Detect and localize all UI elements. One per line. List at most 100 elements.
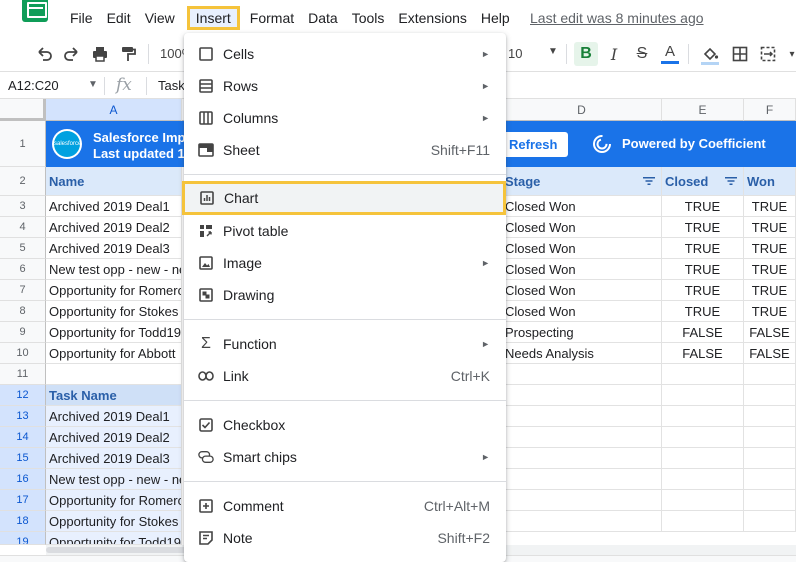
menu-edit[interactable]: Edit [101, 7, 137, 29]
menu-item-drawing[interactable]: Drawing [184, 280, 506, 310]
empty-cell[interactable] [744, 448, 796, 469]
empty-cell[interactable] [502, 511, 662, 532]
table-cell-won[interactable]: TRUE [744, 301, 796, 322]
row-header[interactable]: 7 [0, 280, 46, 301]
menu-data[interactable]: Data [302, 7, 344, 29]
row-header[interactable]: 18 [0, 511, 46, 532]
table-cell-name[interactable]: Opportunity for Abbott [46, 343, 182, 364]
table-cell-closed[interactable]: TRUE [662, 238, 744, 259]
font-size-input[interactable]: 10 [508, 46, 522, 61]
menu-tools[interactable]: Tools [346, 7, 391, 29]
table-cell-name[interactable]: Opportunity for Romero [46, 280, 182, 301]
row-header[interactable]: 12 [0, 385, 46, 406]
empty-cell[interactable] [46, 364, 182, 385]
table-cell-stage[interactable]: Closed Won [502, 301, 662, 322]
table-cell-stage[interactable]: Closed Won [502, 217, 662, 238]
row-header[interactable]: 14 [0, 427, 46, 448]
task-name-header[interactable]: Task Name [46, 385, 182, 406]
italic-icon[interactable]: I [602, 42, 626, 66]
menu-item-columns[interactable]: Columns ► [184, 103, 506, 133]
table-cell-name[interactable]: Opportunity for Stokes [46, 301, 182, 322]
row-header[interactable]: 3 [0, 196, 46, 217]
table-cell-name[interactable]: Opportunity for Todd19 [46, 322, 182, 343]
menu-item-chart[interactable]: Chart [182, 181, 506, 215]
empty-cell[interactable] [502, 406, 662, 427]
empty-cell[interactable] [662, 385, 744, 406]
text-color-icon[interactable]: A [658, 42, 682, 66]
menu-item-pivot-table[interactable]: Pivot table [184, 216, 506, 246]
last-edit-link[interactable]: Last edit was 8 minutes ago [530, 10, 704, 26]
merge-dropdown-icon[interactable]: ▾ [780, 42, 796, 66]
bold-icon[interactable]: B [574, 42, 598, 66]
table-cell-closed[interactable]: TRUE [662, 196, 744, 217]
menu-item-rows[interactable]: Rows ► [184, 71, 506, 101]
merge-cells-icon[interactable] [756, 42, 780, 66]
menu-item-comment[interactable]: Comment Ctrl+Alt+M [184, 491, 506, 521]
redo-icon[interactable] [60, 42, 84, 66]
borders-icon[interactable] [728, 42, 752, 66]
menu-item-link[interactable]: Link Ctrl+K [184, 361, 506, 391]
table-cell-won[interactable]: TRUE [744, 196, 796, 217]
table-cell-name[interactable]: Archived 2019 Deal2 [46, 217, 182, 238]
empty-cell[interactable] [744, 364, 796, 385]
menu-item-cells[interactable]: Cells ► [184, 39, 506, 69]
table-cell-closed[interactable]: TRUE [662, 217, 744, 238]
refresh-button[interactable]: Refresh [499, 132, 568, 157]
empty-cell[interactable] [502, 427, 662, 448]
select-all-corner[interactable] [0, 99, 46, 121]
table-cell-won[interactable]: TRUE [744, 217, 796, 238]
header-cell-name[interactable]: Name [46, 167, 182, 196]
table-cell-won[interactable]: TRUE [744, 280, 796, 301]
sheets-logo-icon[interactable] [22, 0, 48, 22]
menu-item-sheet[interactable]: Sheet Shift+F11 [184, 135, 506, 165]
row-header[interactable]: 1 [0, 121, 46, 167]
table-cell-stage[interactable]: Closed Won [502, 196, 662, 217]
header-cell-stage[interactable]: Stage [502, 167, 662, 196]
table-cell-stage[interactable]: Closed Won [502, 259, 662, 280]
table-cell-won[interactable]: FALSE [744, 343, 796, 364]
table-cell-closed[interactable]: FALSE [662, 322, 744, 343]
table-cell-name[interactable]: Archived 2019 Deal1 [46, 196, 182, 217]
table-cell-stage[interactable]: Needs Analysis [502, 343, 662, 364]
print-icon[interactable] [88, 42, 112, 66]
row-header[interactable]: 2 [0, 167, 46, 196]
table-cell-closed[interactable]: TRUE [662, 280, 744, 301]
column-header-f[interactable]: F [744, 99, 796, 121]
table-cell-name[interactable]: Archived 2019 Deal3 [46, 238, 182, 259]
empty-cell[interactable] [744, 490, 796, 511]
name-box[interactable]: A12:C20 [8, 78, 59, 93]
row-header[interactable]: 17 [0, 490, 46, 511]
menu-item-checkbox[interactable]: Checkbox [184, 410, 506, 440]
task-cell[interactable]: Archived 2019 Deal2 [46, 427, 182, 448]
column-header-e[interactable]: E [662, 99, 744, 121]
empty-cell[interactable] [662, 427, 744, 448]
task-cell[interactable]: New test opp - new - ne [46, 469, 182, 490]
row-header[interactable]: 8 [0, 301, 46, 322]
table-cell-closed[interactable]: TRUE [662, 259, 744, 280]
row-header[interactable]: 13 [0, 406, 46, 427]
menu-view[interactable]: View [139, 7, 181, 29]
table-cell-stage[interactable]: Prospecting [502, 322, 662, 343]
menu-extensions[interactable]: Extensions [392, 7, 472, 29]
task-cell[interactable]: Opportunity for Stokes [46, 511, 182, 532]
menu-file[interactable]: File [64, 7, 99, 29]
table-cell-stage[interactable]: Closed Won [502, 238, 662, 259]
row-header[interactable]: 5 [0, 238, 46, 259]
table-cell-name[interactable]: New test opp - new - ne [46, 259, 182, 280]
row-header[interactable]: 11 [0, 364, 46, 385]
menu-item-function[interactable]: Σ Function ► [184, 329, 506, 359]
empty-cell[interactable] [662, 364, 744, 385]
header-cell-closed[interactable]: Closed [662, 167, 744, 196]
name-box-dropdown-icon[interactable]: ▼ [88, 79, 98, 90]
row-header[interactable]: 16 [0, 469, 46, 490]
header-cell-won[interactable]: Won [744, 167, 796, 196]
empty-cell[interactable] [502, 364, 662, 385]
menu-help[interactable]: Help [475, 7, 516, 29]
column-header-a[interactable]: A [46, 99, 182, 121]
table-cell-stage[interactable]: Closed Won [502, 280, 662, 301]
empty-cell[interactable] [744, 427, 796, 448]
menu-item-note[interactable]: Note Shift+F2 [184, 523, 506, 553]
table-cell-closed[interactable]: FALSE [662, 343, 744, 364]
empty-cell[interactable] [744, 469, 796, 490]
fill-color-icon[interactable] [698, 42, 722, 66]
